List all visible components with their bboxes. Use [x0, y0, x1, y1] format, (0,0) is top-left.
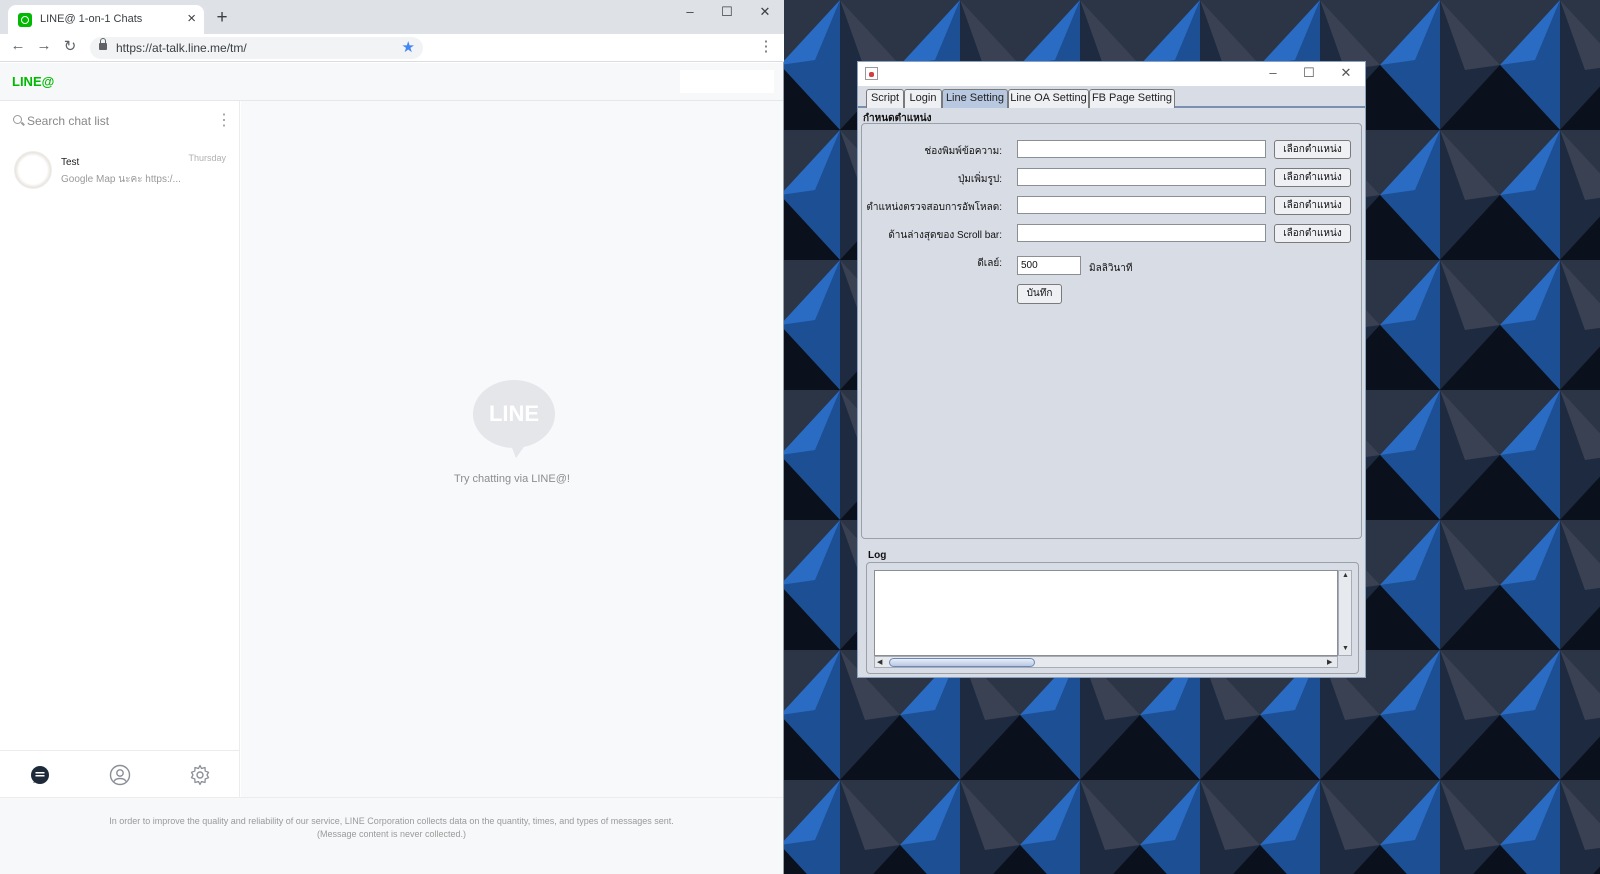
scroll-down-arrow-icon[interactable]: ▼: [1342, 645, 1349, 652]
tab-strip: LINE@ 1-on-1 Chats × + – ☐ ✕: [0, 0, 784, 34]
minimize-icon[interactable]: –: [670, 2, 710, 26]
app-titlebar: – ☐ ✕: [858, 62, 1365, 86]
delay-unit: มิลลิวินาที: [1089, 263, 1133, 274]
save-button[interactable]: บันทึก: [1017, 284, 1062, 304]
pick-scrollbar-bottom-button[interactable]: เลือกตำแหน่ง: [1274, 224, 1351, 243]
settings-gear-icon[interactable]: [189, 764, 211, 786]
empty-state-text: Try chatting via LINE@!: [454, 473, 570, 485]
tab-title: LINE@ 1-on-1 Chats: [40, 13, 143, 25]
tab-login[interactable]: Login: [904, 89, 942, 108]
close-window-icon[interactable]: ✕: [745, 2, 785, 26]
lock-icon: [99, 38, 107, 50]
tab-script[interactable]: Script: [866, 89, 904, 108]
close-tab-icon[interactable]: ×: [187, 10, 196, 27]
app-tab-bar: Script Login Line Setting Line OA Settin…: [858, 86, 1365, 108]
privacy-footer: In order to improve the quality and reli…: [0, 797, 783, 874]
tab-line-oa-setting[interactable]: Line OA Setting: [1008, 89, 1089, 108]
forward-arrow-icon[interactable]: →: [34, 37, 54, 54]
friends-icon[interactable]: [109, 764, 131, 786]
scroll-right-arrow-icon[interactable]: ▶: [1327, 658, 1332, 666]
log-vertical-scrollbar[interactable]: ▲ ▼: [1338, 570, 1352, 656]
browser-window: LINE@ 1-on-1 Chats × + – ☐ ✕ ← → ↻ https…: [0, 0, 784, 874]
message-box-position-input[interactable]: [1017, 140, 1266, 158]
field-label-scrollbar-bottom: ด้านล่างสุดของ Scroll bar:: [888, 230, 1002, 241]
position-settings-group: ช่องพิมพ์ข้อความ: เลือกตำแหน่ง ปุ่มเพิ่ม…: [861, 123, 1362, 539]
chat-name: Test: [61, 157, 80, 168]
browser-tab[interactable]: LINE@ 1-on-1 Chats ×: [8, 5, 204, 34]
tab-line-setting[interactable]: Line Setting: [942, 89, 1008, 108]
browser-toolbar: ← → ↻ https://at-talk.line.me/tm/ ★ ⋮: [0, 34, 784, 62]
footer-notice: In order to improve the quality and reli…: [109, 816, 674, 826]
url-text: https://at-talk.line.me/tm/: [116, 41, 247, 55]
address-bar[interactable]: https://at-talk.line.me/tm/ ★: [90, 37, 423, 59]
app-minimize-icon[interactable]: –: [1255, 64, 1291, 84]
bottom-nav: [0, 750, 240, 797]
footer-note: (Message content is never collected.): [316, 829, 467, 839]
line-bubble-logo-icon: LINE: [473, 380, 555, 458]
chats-icon[interactable]: [29, 764, 51, 786]
maximize-icon[interactable]: ☐: [707, 2, 747, 26]
line-logo: LINE@: [12, 74, 55, 89]
upload-check-position-input[interactable]: [1017, 196, 1266, 214]
line-favicon-icon: [18, 13, 32, 27]
search-icon: [13, 115, 22, 124]
java-app-icon: [865, 67, 878, 80]
scroll-left-arrow-icon[interactable]: ◀: [877, 658, 882, 666]
app-close-icon[interactable]: ✕: [1328, 64, 1364, 84]
delay-input[interactable]: 500: [1017, 256, 1081, 275]
bookmark-star-icon[interactable]: ★: [402, 38, 415, 56]
scroll-up-arrow-icon[interactable]: ▲: [1342, 572, 1349, 579]
search-row: ⋮: [0, 101, 240, 141]
more-options-icon[interactable]: ⋮: [216, 112, 232, 130]
log-title: Log: [868, 550, 887, 561]
browser-menu-icon[interactable]: ⋮: [758, 37, 774, 55]
new-tab-icon[interactable]: +: [212, 7, 232, 29]
settings-app-window: – ☐ ✕ Script Login Line Setting Line OA …: [857, 61, 1366, 678]
avatar: [14, 151, 52, 189]
field-label-add-image: ปุ่มเพิ่มรูป:: [957, 174, 1002, 185]
chat-sidebar: ⋮ Test Thursday Google Map นะคะ https:/.…: [0, 101, 240, 797]
line-header: LINE@: [0, 63, 783, 101]
tab-fb-page-setting[interactable]: FB Page Setting: [1089, 89, 1175, 108]
log-textarea[interactable]: [874, 570, 1338, 656]
delay-label: ดีเลย์:: [977, 258, 1002, 269]
reload-icon[interactable]: ↻: [60, 37, 80, 55]
pick-message-box-button[interactable]: เลือกตำแหน่ง: [1274, 140, 1351, 159]
log-panel: ▲ ▼ ◀ ▶: [866, 562, 1359, 674]
field-label-upload-check: ตำแหน่งตรวจสอบการอัพโหลด:: [866, 202, 1002, 213]
chat-time: Thursday: [188, 153, 226, 163]
log-horizontal-scrollbar[interactable]: ◀ ▶: [874, 656, 1338, 668]
header-account-box[interactable]: [680, 70, 774, 93]
chat-preview: Google Map นะคะ https:/...: [61, 174, 181, 185]
field-label-message-box: ช่องพิมพ์ข้อความ:: [924, 146, 1002, 157]
app-maximize-icon[interactable]: ☐: [1291, 64, 1327, 84]
chat-main-area: LINE Try chatting via LINE@!: [241, 101, 783, 797]
chat-list-item[interactable]: Test Thursday Google Map นะคะ https:/...: [0, 146, 240, 194]
pick-add-image-button[interactable]: เลือกตำแหน่ง: [1274, 168, 1351, 187]
scrollbar-bottom-position-input[interactable]: [1017, 224, 1266, 242]
back-arrow-icon[interactable]: ←: [8, 37, 28, 54]
search-input[interactable]: [27, 113, 207, 129]
empty-logo-text: LINE: [489, 401, 539, 426]
pick-upload-check-button[interactable]: เลือกตำแหน่ง: [1274, 196, 1351, 215]
horizontal-scroll-thumb[interactable]: [889, 658, 1035, 667]
add-image-position-input[interactable]: [1017, 168, 1266, 186]
